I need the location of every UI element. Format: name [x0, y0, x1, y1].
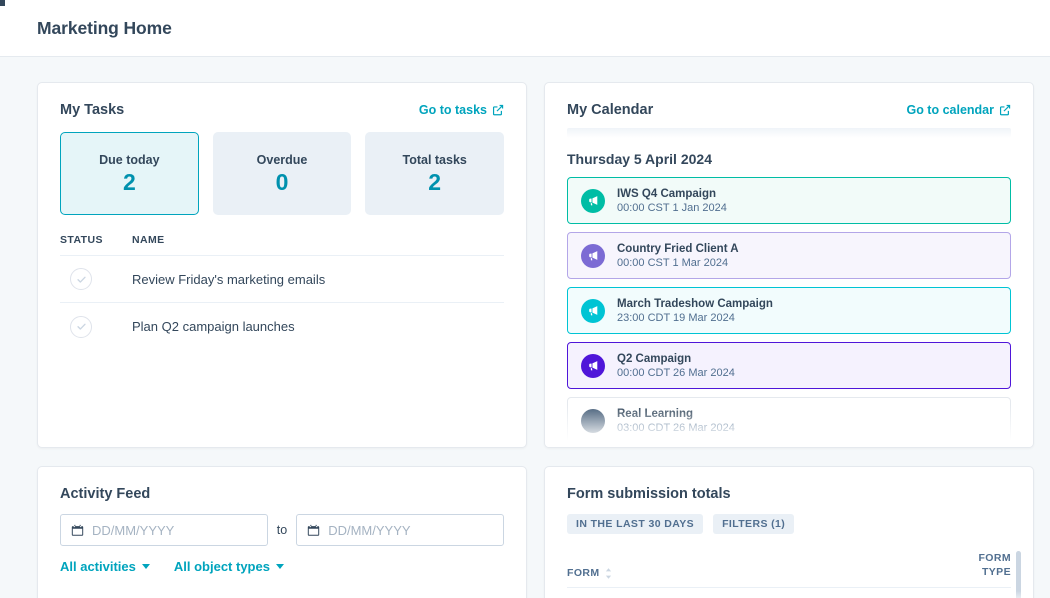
task-name: Review Friday's marketing emails [132, 271, 326, 287]
stat-overdue-label: Overdue [256, 152, 308, 167]
calendar-icon [71, 524, 84, 536]
task-column-status: STATUS [60, 234, 103, 246]
page-title: Marketing Home [37, 17, 172, 38]
task-complete-check-icon[interactable] [70, 315, 92, 338]
table-row[interactable]: Review Friday's marketing emails [60, 256, 504, 303]
all-activities-label: All activities [60, 559, 136, 574]
go-to-calendar-label: Go to calendar [906, 103, 994, 117]
my-calendar-header: My Calendar Go to calendar [545, 83, 1033, 118]
date-to-input[interactable]: DD/MM/YYYY [296, 514, 504, 546]
form-type-label: FORM TYPE [978, 552, 1011, 579]
date-range-chip[interactable]: IN THE LAST 30 DAYS [567, 514, 704, 534]
form-totals-table: FORM FORM TYPE ROOKIE MOBILE QUOTE Regul… [567, 551, 1021, 598]
dashboard-grid: My Tasks Go to tasks Due today 2 Overdue… [0, 57, 1050, 598]
megaphone-icon [581, 298, 605, 323]
list-item[interactable]: March Tradeshow Campaign 23:00 CDT 19 Ma… [567, 287, 1011, 334]
activity-feed-bottom-fade [38, 591, 526, 598]
task-table-header: STATUS NAME [60, 234, 504, 256]
my-tasks-card: My Tasks Go to tasks Due today 2 Overdue… [37, 82, 527, 448]
stat-overdue-value: 0 [275, 168, 289, 195]
calendar-event-list[interactable]: Thursday 5 April 2024 IWS Q4 Campaign 00… [545, 128, 1033, 444]
activity-feed-title: Activity Feed [60, 486, 151, 502]
all-object-types-label: All object types [173, 559, 270, 574]
task-stat-row: Due today 2 Overdue 0 Total tasks 2 [38, 118, 526, 215]
stat-total-tasks[interactable]: Total tasks 2 [365, 132, 505, 215]
form-table-header: FORM FORM TYPE [567, 551, 1011, 589]
task-name: Plan Q2 campaign launches [132, 319, 295, 334]
list-item[interactable]: Country Fried Client A 00:00 CST 1 Mar 2… [567, 232, 1011, 279]
form-column-label: FORM [567, 567, 600, 580]
event-text: Q2 Campaign 00:00 CDT 26 Mar 2024 [617, 353, 735, 379]
task-table: STATUS NAME Review Friday's marketing em… [38, 234, 526, 350]
date-to-placeholder: DD/MM/YYYY [328, 522, 411, 538]
activity-feed-filters: All activities All object types [38, 546, 526, 574]
my-tasks-title: My Tasks [60, 102, 125, 118]
megaphone-icon [581, 243, 605, 268]
form-totals-title: Form submission totals [567, 486, 731, 502]
form-submission-totals-card: Form submission totals IN THE LAST 30 DA… [544, 466, 1034, 598]
date-range-to-label: to [276, 523, 288, 537]
date-from-input[interactable]: DD/MM/YYYY [60, 514, 268, 546]
task-column-name: NAME [132, 234, 165, 246]
date-from-placeholder: DD/MM/YYYY [92, 522, 175, 538]
event-text: IWS Q4 Campaign 00:00 CST 1 Jan 2024 [617, 188, 727, 214]
stat-total-tasks-label: Total tasks [402, 152, 467, 167]
filters-chip[interactable]: FILTERS (1) [713, 514, 795, 534]
event-text: March Tradeshow Campaign 23:00 CDT 19 Ma… [617, 298, 773, 324]
calendar-scroll-fade-top [567, 128, 1011, 138]
event-title: Real Learning [617, 407, 694, 420]
list-item[interactable]: Q2 Campaign 00:00 CDT 26 Mar 2024 [567, 342, 1011, 389]
megaphone-icon [581, 353, 605, 378]
sort-icon [605, 568, 611, 579]
external-link-icon [999, 104, 1011, 116]
event-title: March Tradeshow Campaign [617, 297, 773, 310]
stat-due-today[interactable]: Due today 2 [60, 132, 199, 215]
table-row[interactable]: Plan Q2 campaign launches [60, 303, 504, 350]
event-time: 00:00 CST 1 Jan 2024 [617, 201, 727, 214]
event-time: 00:00 CDT 26 Mar 2024 [617, 366, 735, 379]
event-title: IWS Q4 Campaign [617, 187, 717, 200]
event-text: Real Learning 03:00 CDT 26 Mar 2024 [617, 408, 735, 434]
activity-feed-card: Activity Feed DD/MM/YYYY to DD/MM/YYYY A… [37, 466, 527, 598]
my-tasks-header: My Tasks Go to tasks [38, 83, 526, 118]
calendar-date-heading: Thursday 5 April 2024 [567, 151, 712, 167]
event-time: 00:00 CST 1 Mar 2024 [617, 256, 729, 269]
event-title: Country Fried Client A [617, 242, 739, 255]
stat-due-today-value: 2 [122, 168, 136, 195]
viewport-corner-artifact [0, 0, 5, 6]
task-complete-check-icon[interactable] [70, 268, 92, 290]
table-row[interactable]: ROOKIE MOBILE QUOTE Regular [567, 588, 1011, 598]
chevron-down-icon [141, 564, 150, 569]
event-time: 23:00 CDT 19 Mar 2024 [617, 311, 735, 324]
calendar-icon [308, 524, 320, 536]
stat-due-today-label: Due today [99, 152, 160, 167]
stat-total-tasks-value: 2 [428, 168, 442, 195]
chevron-down-icon [275, 564, 284, 569]
list-item[interactable]: IWS Q4 Campaign 00:00 CST 1 Jan 2024 [567, 177, 1011, 224]
all-object-types-dropdown[interactable]: All object types [174, 559, 284, 574]
form-column-header[interactable]: FORM [567, 567, 612, 579]
page-header: Marketing Home [0, 0, 1050, 57]
go-to-calendar-link[interactable]: Go to calendar [906, 103, 1011, 117]
stat-overdue[interactable]: Overdue 0 [212, 132, 352, 215]
form-totals-chip-row: IN THE LAST 30 DAYS FILTERS (1) [545, 502, 1033, 534]
event-time: 03:00 CDT 26 Mar 2024 [617, 421, 735, 434]
my-calendar-card: My Calendar Go to calendar Thursday 5 Ap… [544, 82, 1034, 448]
task-status-cell [60, 268, 132, 290]
form-type-column-header[interactable]: FORM TYPE [978, 551, 1011, 579]
event-text: Country Fried Client A 00:00 CST 1 Mar 2… [617, 243, 739, 269]
my-calendar-title: My Calendar [567, 102, 654, 118]
list-item[interactable]: Real Learning 03:00 CDT 26 Mar 2024 [567, 397, 1011, 444]
external-link-icon [492, 104, 504, 116]
go-to-tasks-link[interactable]: Go to tasks [419, 103, 504, 117]
megaphone-icon [581, 188, 605, 213]
circle-icon [581, 408, 605, 433]
event-title: Q2 Campaign [617, 352, 692, 365]
all-activities-dropdown[interactable]: All activities [60, 559, 150, 574]
task-status-cell [60, 315, 132, 338]
form-table-scrollbar[interactable] [1016, 551, 1021, 598]
activity-feed-date-range: DD/MM/YYYY to DD/MM/YYYY [38, 502, 526, 546]
go-to-tasks-label: Go to tasks [418, 103, 487, 117]
